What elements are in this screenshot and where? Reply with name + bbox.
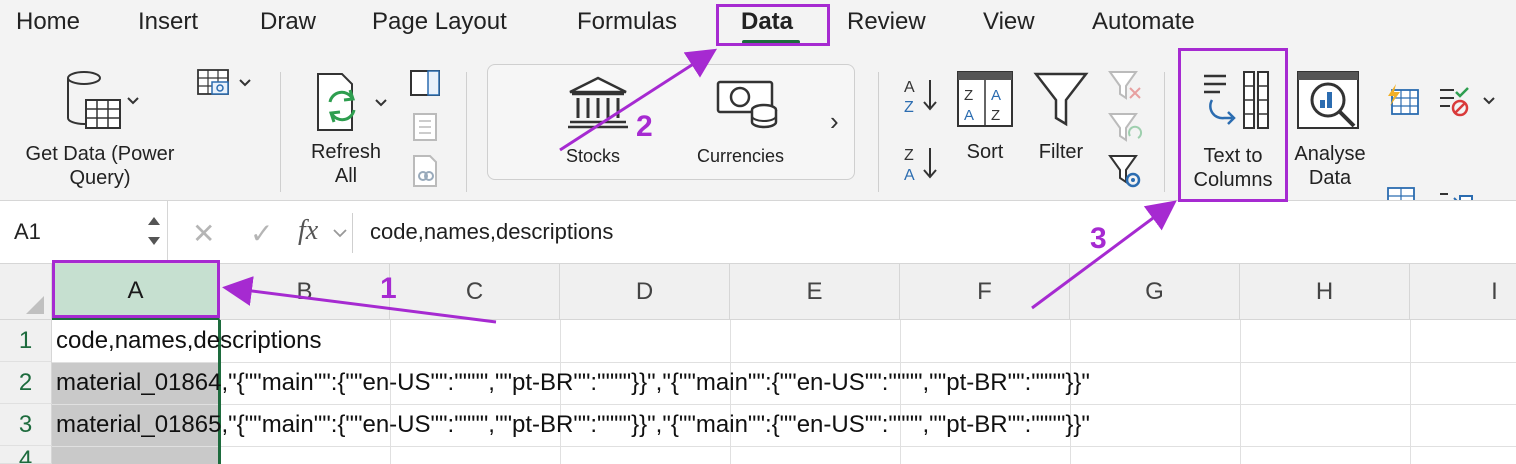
sort-dialog-icon: Z A A Z: [957, 71, 1013, 127]
row-header-4[interactable]: 4: [0, 446, 52, 464]
enter-icon[interactable]: ✓: [250, 217, 273, 250]
bank-building-icon: [568, 76, 628, 129]
sort-button[interactable]: Z A A Z Sort: [952, 70, 1018, 170]
funnel-icon: [1033, 72, 1089, 127]
svg-text:A: A: [964, 107, 974, 124]
clear-filter-icon[interactable]: [1106, 68, 1144, 104]
stocks-button[interactable]: Stocks: [550, 74, 646, 170]
database-table-icon: [67, 71, 139, 129]
name-box-value: A1: [14, 219, 41, 244]
annotation-number-1: 1: [380, 272, 397, 305]
get-data-label: Get Data (Power Query): [25, 143, 175, 189]
function-chevron-icon[interactable]: [332, 227, 348, 239]
analyse-data-label: Analyse Data: [1294, 143, 1366, 189]
currencies-button[interactable]: Currencies: [690, 74, 800, 170]
stocks-label: Stocks: [566, 146, 621, 166]
svg-text:Z: Z: [904, 99, 914, 116]
cell-A1[interactable]: code,names,descriptions: [56, 320, 321, 362]
row-header-1[interactable]: 1: [0, 320, 52, 362]
annotation-box-column-a: [52, 260, 220, 318]
edit-links-icon[interactable]: [408, 154, 442, 188]
annotation-box-text-to-columns: [1178, 48, 1288, 202]
svg-text:Z: Z: [991, 107, 1000, 124]
worksheet-grid: A B C D E F G H I 1 2 3 4 code,names,des…: [0, 264, 1516, 464]
filter-button[interactable]: Filter: [1026, 70, 1096, 170]
advanced-filter-icon[interactable]: [1106, 152, 1144, 192]
tab-page-layout[interactable]: Page Layout: [372, 8, 507, 36]
filter-label: Filter: [1038, 141, 1084, 163]
tab-automate[interactable]: Automate: [1092, 8, 1195, 36]
select-all-triangle-icon: [26, 296, 44, 314]
column-header-C[interactable]: C: [390, 264, 560, 320]
column-header-E[interactable]: E: [730, 264, 900, 320]
sort-z-to-a-icon[interactable]: Z A: [900, 142, 944, 186]
sort-a-to-z-icon[interactable]: A Z: [900, 74, 944, 118]
tab-home[interactable]: Home: [16, 8, 80, 36]
refresh-all-button[interactable]: Refresh All: [296, 68, 396, 192]
tab-insert[interactable]: Insert: [138, 8, 198, 36]
cell-A3[interactable]: material_01865,"{""main"":{""en-US"":"""…: [56, 404, 1090, 446]
analyse-data-icon: [1297, 71, 1359, 129]
ribbon-data: Get Data (Power Query) Refresh All Stock…: [0, 48, 1516, 219]
name-box[interactable]: A1: [0, 201, 168, 263]
column-header-F[interactable]: F: [900, 264, 1070, 320]
annotation-number-2: 2: [636, 110, 653, 143]
svg-text:A: A: [991, 87, 1001, 104]
column-header-H[interactable]: H: [1240, 264, 1410, 320]
queries-connections-icon[interactable]: [408, 112, 442, 142]
row-header-3[interactable]: 3: [0, 404, 52, 446]
formula-bar: A1 ✕ ✓ fx code,names,descriptions: [0, 200, 1516, 264]
svg-text:A: A: [904, 79, 915, 96]
analyse-data-button[interactable]: Analyse Data: [1290, 66, 1370, 192]
data-validation-icon[interactable]: [1436, 84, 1500, 120]
name-box-stepper-icon[interactable]: [146, 211, 162, 251]
tab-view[interactable]: View: [983, 8, 1035, 36]
column-header-D[interactable]: D: [560, 264, 730, 320]
column-header-B[interactable]: B: [220, 264, 390, 320]
annotation-box-data-tab: [716, 4, 830, 46]
column-header-I[interactable]: I: [1410, 264, 1516, 320]
cancel-icon[interactable]: ✕: [192, 217, 215, 250]
flash-fill-icon[interactable]: [1384, 82, 1420, 116]
row-header-2[interactable]: 2: [0, 362, 52, 404]
svg-text:Z: Z: [904, 147, 914, 164]
currency-money-icon: [716, 80, 778, 129]
sort-label: Sort: [966, 141, 1004, 163]
svg-text:A: A: [904, 167, 915, 184]
tab-formulas[interactable]: Formulas: [577, 8, 677, 36]
tab-draw[interactable]: Draw: [260, 8, 316, 36]
gallery-more-chevron[interactable]: ›: [830, 106, 839, 137]
formula-input[interactable]: code,names,descriptions: [370, 219, 613, 245]
svg-text:Z: Z: [964, 87, 973, 104]
annotation-number-3: 3: [1090, 222, 1107, 255]
refresh-all-label: Refresh All: [310, 141, 382, 187]
currencies-label: Currencies: [697, 146, 785, 166]
insert-function-icon[interactable]: fx: [298, 215, 318, 247]
get-data-button[interactable]: Get Data (Power Query): [10, 66, 190, 192]
table-camera-icon[interactable]: [196, 68, 256, 100]
refresh-icon: [317, 73, 387, 131]
properties-icon[interactable]: [408, 68, 442, 98]
reapply-filter-icon[interactable]: [1106, 110, 1144, 146]
cell-A2[interactable]: material_01864,"{""main"":{""en-US"":"""…: [56, 362, 1090, 404]
tab-review[interactable]: Review: [847, 8, 926, 36]
column-header-G[interactable]: G: [1070, 264, 1240, 320]
